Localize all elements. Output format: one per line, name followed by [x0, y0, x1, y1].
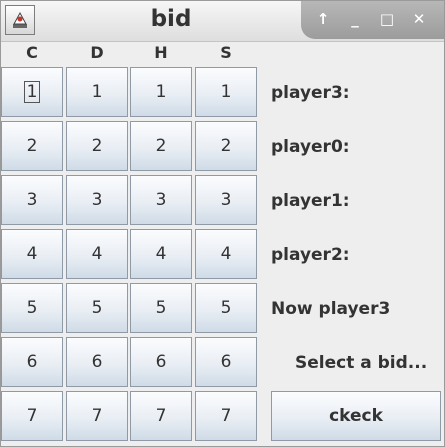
suit-header-d: D — [90, 43, 104, 62]
bid-button-4d[interactable]: 4 — [66, 229, 128, 279]
bid-label: 1 — [23, 81, 41, 103]
suit-headers: C D H S — [1, 43, 261, 63]
bid-button-4s[interactable]: 4 — [195, 229, 257, 279]
bid-button-6s[interactable]: 6 — [195, 337, 257, 387]
bid-button-1s[interactable]: 1 — [195, 67, 257, 117]
bid-button-2h[interactable]: 2 — [130, 121, 192, 171]
bid-button-7h[interactable]: 7 — [130, 391, 192, 441]
player0-label: player0: — [271, 137, 350, 157]
bid-button-7c[interactable]: 7 — [1, 391, 63, 441]
bid-button-2c[interactable]: 2 — [1, 121, 63, 171]
bid-button-4c[interactable]: 4 — [1, 229, 63, 279]
bid-button-3s[interactable]: 3 — [195, 175, 257, 225]
bid-button-6h[interactable]: 6 — [130, 337, 192, 387]
bid-button-3c[interactable]: 3 — [1, 175, 63, 225]
suit-header-c: C — [26, 43, 38, 62]
up-arrow-icon[interactable]: ↑ — [313, 9, 333, 29]
window-controls: ↑ _ □ ✕ — [301, 1, 444, 39]
bid-button-7s[interactable]: 7 — [195, 391, 257, 441]
bid-button-6d[interactable]: 6 — [66, 337, 128, 387]
minimize-icon[interactable]: _ — [345, 9, 365, 29]
maximize-icon[interactable]: □ — [377, 9, 397, 29]
player1-label: player1: — [271, 191, 350, 211]
bid-button-5h[interactable]: 5 — [130, 283, 192, 333]
title-bar[interactable]: bid ↑ _ □ ✕ — [1, 1, 444, 42]
check-button[interactable]: ckeck — [271, 391, 441, 441]
window-title: bid — [150, 6, 192, 32]
current-player-status: Now player3 — [271, 299, 391, 319]
player3-label: player3: — [271, 83, 350, 103]
select-bid-prompt: Select a bid... — [295, 353, 428, 373]
bid-button-5d[interactable]: 5 — [66, 283, 128, 333]
suit-header-s: S — [220, 43, 232, 62]
bid-window: bid ↑ _ □ ✕ C D H S 1 1 1 1 2 2 2 2 3 3 … — [0, 0, 445, 447]
bid-button-1c[interactable]: 1 — [1, 67, 63, 117]
suit-header-h: H — [154, 43, 168, 62]
player2-label: player2: — [271, 245, 350, 265]
bid-button-4h[interactable]: 4 — [130, 229, 192, 279]
bid-button-5s[interactable]: 5 — [195, 283, 257, 333]
bid-button-3h[interactable]: 3 — [130, 175, 192, 225]
bid-button-1h[interactable]: 1 — [130, 67, 192, 117]
bid-button-1d[interactable]: 1 — [66, 67, 128, 117]
bid-button-2d[interactable]: 2 — [66, 121, 128, 171]
bid-button-2s[interactable]: 2 — [195, 121, 257, 171]
bid-button-3d[interactable]: 3 — [66, 175, 128, 225]
bid-button-5c[interactable]: 5 — [1, 283, 63, 333]
close-icon[interactable]: ✕ — [409, 9, 429, 29]
bid-button-6c[interactable]: 6 — [1, 337, 63, 387]
bid-button-7d[interactable]: 7 — [66, 391, 128, 441]
